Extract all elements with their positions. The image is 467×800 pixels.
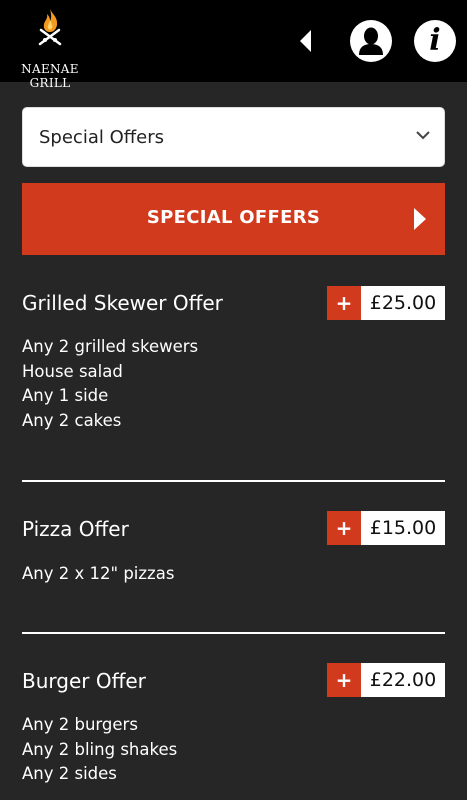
brand-logo[interactable]: NAENAE GRILL <box>14 8 86 90</box>
info-button[interactable]: i <box>414 20 456 62</box>
offer-name: Pizza Offer <box>22 517 129 541</box>
category-select[interactable]: Special Offers <box>22 107 445 167</box>
special-offers-banner[interactable]: SPECIAL OFFERS <box>22 183 445 255</box>
play-arrow-icon <box>414 208 426 230</box>
add-to-cart-button[interactable]: + <box>327 511 361 545</box>
offer-item: Grilled Skewer Offer + £25.00 Any 2 gril… <box>22 284 445 444</box>
chevron-down-icon <box>416 131 430 140</box>
offer-name: Grilled Skewer Offer <box>22 291 223 315</box>
offer-price: £15.00 <box>361 511 445 545</box>
offer-line: Any 2 grilled skewers <box>22 337 199 356</box>
offer-price: £22.00 <box>361 663 445 697</box>
offer-price: £25.00 <box>361 286 445 320</box>
back-button[interactable] <box>292 26 320 56</box>
offer-line: Any 1 side <box>22 386 109 406</box>
offer-description: Any 2 burgers Any 2 bling shakes Any 2 s… <box>22 713 177 787</box>
brand-name: NAENAE GRILL <box>21 62 79 90</box>
offer-line: Any 2 cakes <box>22 411 122 431</box>
offer-line: House salad <box>22 361 123 381</box>
user-icon <box>359 27 383 55</box>
offer-item: Burger Offer + £22.00 Any 2 burgers Any … <box>22 663 445 793</box>
offer-line: Any 2 burgers <box>22 715 138 734</box>
offer-line: Any 2 bling shakes <box>22 739 178 759</box>
offer-line: Any 2 sides <box>22 764 117 784</box>
add-to-cart-button[interactable]: + <box>327 286 361 320</box>
top-bar: NAENAE GRILL i <box>0 0 467 90</box>
offer-line: Any 2 x 12" pizzas <box>22 564 175 583</box>
divider <box>22 480 445 482</box>
banner-title: SPECIAL OFFERS <box>146 207 321 228</box>
info-icon: i <box>429 23 441 58</box>
divider <box>22 632 445 634</box>
account-button[interactable] <box>350 20 392 62</box>
offer-name: Burger Offer <box>22 669 146 693</box>
add-to-cart-button[interactable]: + <box>327 663 361 697</box>
offer-description: Any 2 grilled skewers House salad Any 1 … <box>22 335 198 434</box>
offer-item: Pizza Offer + £15.00 Any 2 x 12" pizzas <box>22 511 445 601</box>
back-arrow-icon <box>300 30 311 52</box>
offer-description: Any 2 x 12" pizzas <box>22 562 174 587</box>
category-select-value: Special Offers <box>39 127 164 148</box>
flame-skewers-icon <box>38 9 62 46</box>
